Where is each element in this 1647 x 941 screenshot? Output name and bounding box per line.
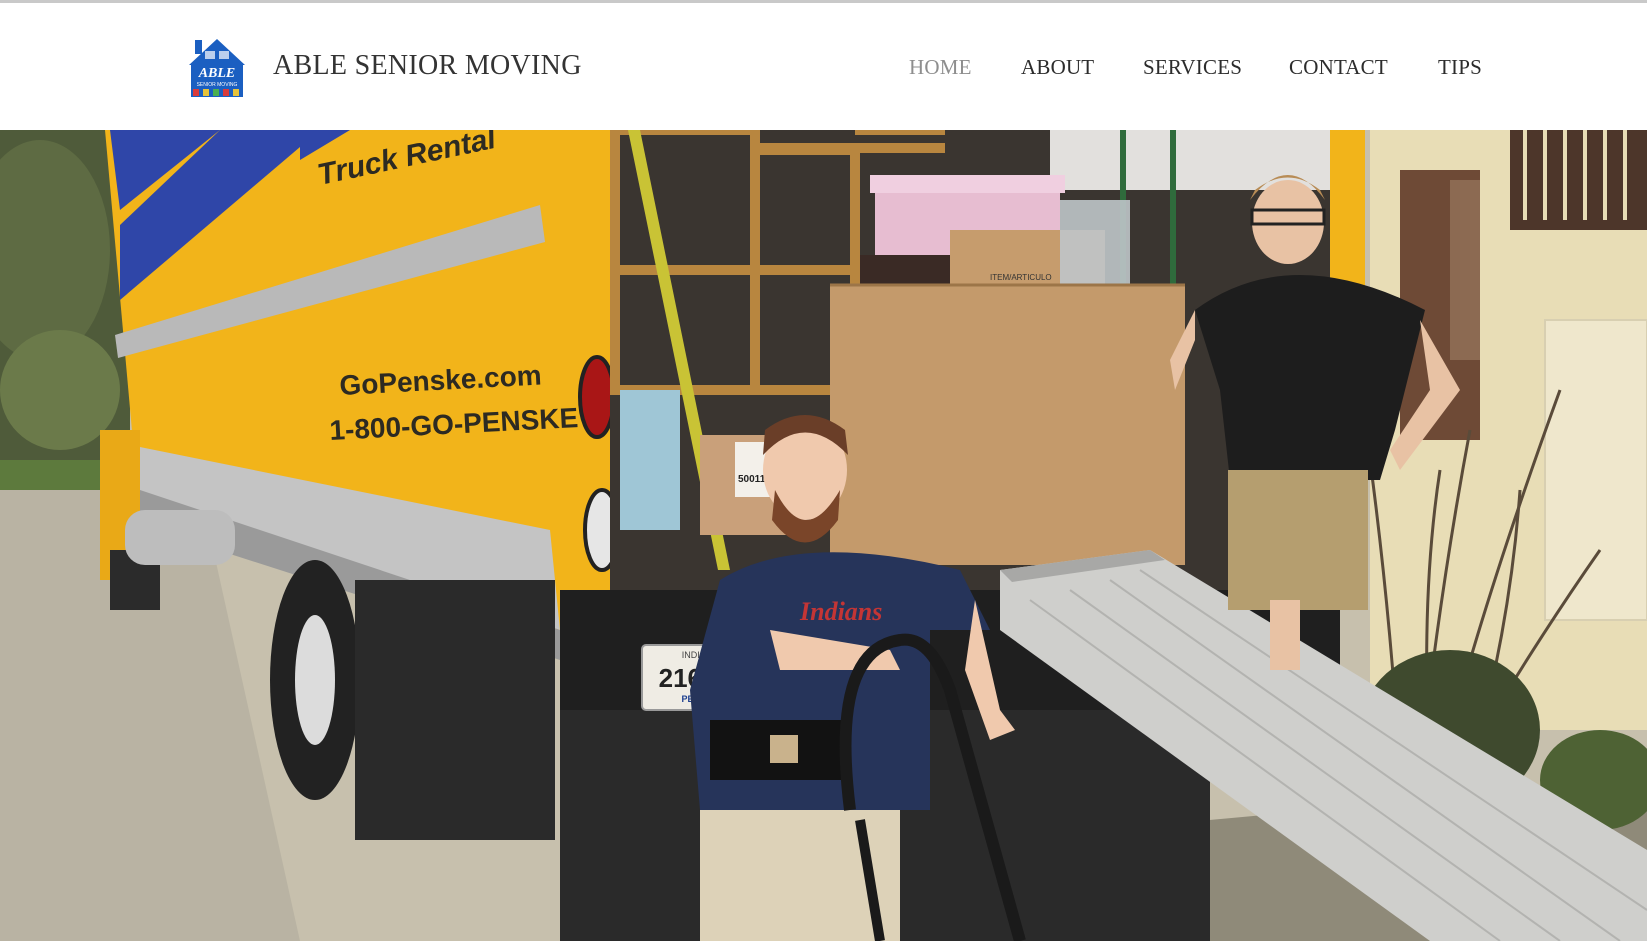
nav-services[interactable]: SERVICES [1143,55,1242,80]
box-label: ITEM/ARTICULO [990,273,1052,282]
shirt-text: Indians [799,597,882,626]
moving-truck-photo: Truck Rental GoPenske.com 1-800-GO-PENSK… [0,130,1647,941]
main-nav: HOME ABOUT SERVICES CONTACT TIPS [0,55,1647,85]
site-header: ABLE SENIOR MOVING ABLE SENIOR MOVING HO… [0,3,1647,130]
nav-contact[interactable]: CONTACT [1289,55,1388,80]
hero-image: Truck Rental GoPenske.com 1-800-GO-PENSK… [0,130,1647,941]
nav-about[interactable]: ABOUT [1021,55,1094,80]
nav-home[interactable]: HOME [909,55,972,80]
nav-tips[interactable]: TIPS [1438,55,1482,80]
